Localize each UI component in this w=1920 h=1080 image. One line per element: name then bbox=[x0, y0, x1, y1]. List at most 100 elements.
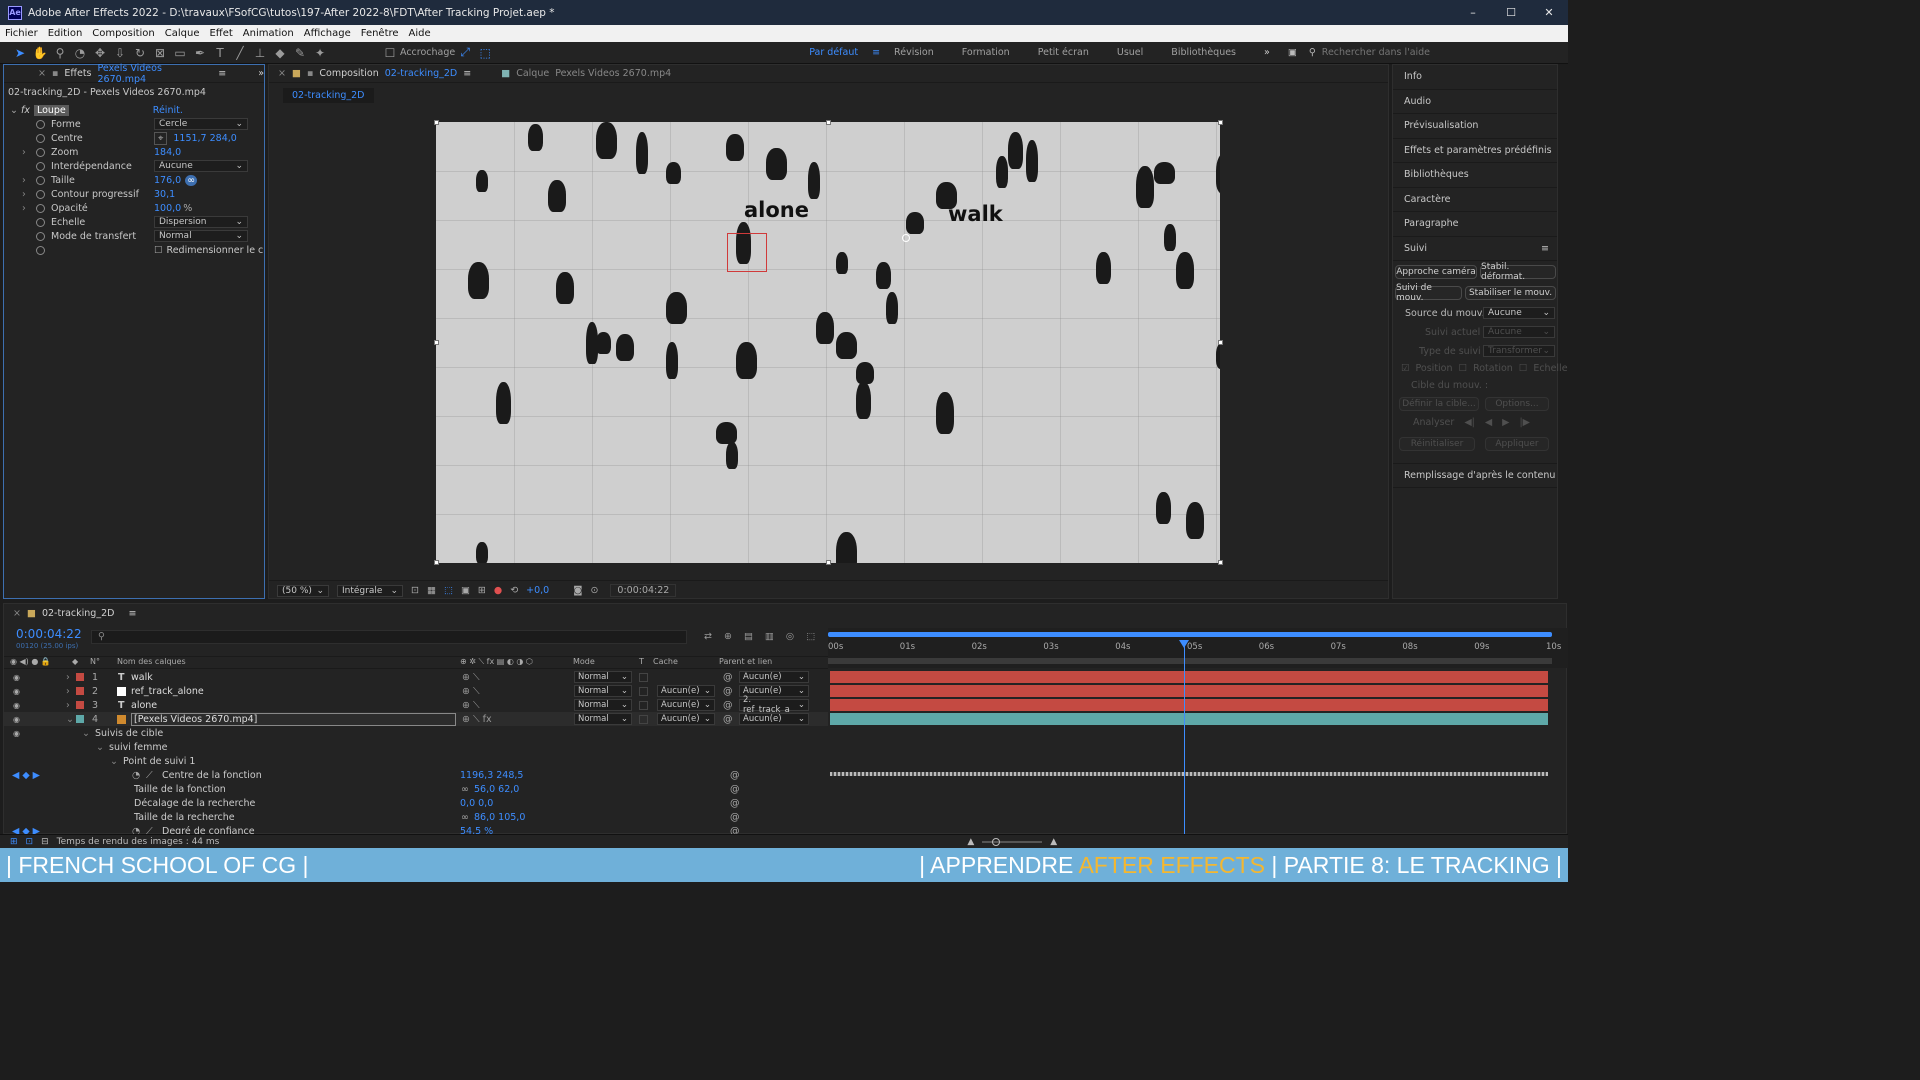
parent-dropdown[interactable]: Aucun(e) ⌄ bbox=[739, 713, 809, 725]
stopwatch-icon[interactable] bbox=[36, 245, 45, 255]
clone-stamp-icon[interactable]: ⊥ bbox=[250, 44, 270, 62]
layer-duration-bar[interactable] bbox=[830, 699, 1548, 711]
parent-dropdown[interactable]: Aucun(e) ⌄ bbox=[739, 671, 809, 683]
preserve-transparency-checkbox[interactable] bbox=[639, 700, 648, 710]
snap-grid-icon[interactable]: ⬚ bbox=[475, 44, 495, 62]
time-ruler[interactable]: 00s 01s 02s 03s 04s 05s 06s 07s 08s 09s 10s bbox=[828, 628, 1568, 668]
twirl-arrow-icon[interactable]: › bbox=[22, 203, 36, 214]
effect-property-value[interactable]: 176,0 bbox=[154, 175, 181, 186]
track-point-icon[interactable] bbox=[902, 234, 910, 242]
pickwhip-icon[interactable]: @ bbox=[730, 770, 740, 781]
region-icon[interactable]: ⊡ bbox=[411, 585, 419, 596]
work-area-bar[interactable] bbox=[828, 632, 1552, 637]
viewer-handle[interactable] bbox=[1218, 560, 1223, 565]
resolution-dropdown[interactable]: Intégrale ⌄ bbox=[337, 584, 403, 597]
twirl-arrow-icon[interactable]: › bbox=[66, 672, 70, 683]
close-timeline-icon[interactable]: × bbox=[13, 608, 21, 619]
hide-shy-icon[interactable]: ▤ bbox=[744, 631, 753, 642]
frame-blending-icon[interactable]: ▥ bbox=[765, 631, 774, 642]
playhead-marker-icon[interactable] bbox=[1179, 640, 1190, 648]
effects-tab-label[interactable]: Effets bbox=[64, 68, 91, 79]
viewer-handle[interactable] bbox=[826, 120, 831, 125]
eye-icon[interactable]: ◉ bbox=[13, 701, 20, 710]
rotate-tool-icon[interactable]: ↻ bbox=[130, 44, 150, 62]
tracker-title[interactable]: Suivi bbox=[1404, 243, 1427, 254]
column-parent[interactable]: Parent et lien bbox=[719, 657, 772, 666]
eye-icon[interactable]: ◉ bbox=[13, 687, 20, 696]
workspace-par-defaut[interactable]: Par défaut bbox=[795, 47, 872, 58]
tracker-menu-icon[interactable]: ≡ bbox=[1541, 243, 1549, 254]
workspace-menu-icon[interactable]: ≡ bbox=[872, 47, 880, 58]
pen-tool-icon[interactable]: ✒ bbox=[190, 44, 210, 62]
overlay-text-alone[interactable]: alone bbox=[744, 198, 809, 222]
puppet-pin-icon[interactable]: ✦ bbox=[310, 44, 330, 62]
effect-property-dropdown[interactable]: Cercle ⌄ bbox=[154, 118, 248, 130]
track-property-value[interactable]: 0,0 0,0 bbox=[460, 798, 493, 809]
viewer-handle[interactable] bbox=[434, 560, 439, 565]
roto-brush-icon[interactable]: ✎ bbox=[290, 44, 310, 62]
menu-aide[interactable]: Aide bbox=[404, 28, 436, 39]
menu-composition[interactable]: Composition bbox=[87, 28, 159, 39]
effects-tab-layer[interactable]: Pexels Videos 2670.mp4 bbox=[98, 63, 205, 85]
panel-preview[interactable]: Prévisualisation bbox=[1393, 114, 1557, 139]
collapse-arrow-icon[interactable]: ⌄ bbox=[10, 105, 18, 116]
column-mode[interactable]: Mode bbox=[573, 657, 595, 666]
timeline-zoom-slider[interactable] bbox=[982, 837, 1043, 846]
pan-camera-icon[interactable]: ✥ bbox=[90, 44, 110, 62]
current-time-display[interactable]: 0:00:04:22 bbox=[610, 584, 677, 597]
tracker-tree-row[interactable]: ⌄ suivi femme bbox=[4, 740, 828, 754]
layer-label-color[interactable] bbox=[76, 673, 84, 681]
layer-switches-icon[interactable]: ⊕ ⟍ bbox=[462, 686, 480, 697]
keyframe-nav-icon[interactable]: ◀ ◆ ▶ bbox=[12, 770, 40, 781]
warp-stabilizer-button[interactable]: Stabil. déformat. bbox=[1480, 262, 1556, 282]
mask-visibility-icon[interactable]: ⬚ bbox=[444, 585, 453, 596]
timeline-menu-icon[interactable]: ≡ bbox=[128, 608, 136, 619]
tracker-box[interactable] bbox=[727, 233, 767, 272]
playhead[interactable] bbox=[1179, 640, 1190, 836]
menu-edition[interactable]: Edition bbox=[43, 28, 88, 39]
color-management-icon[interactable]: ● bbox=[494, 585, 502, 596]
track-property-row[interactable]: ◀ ◆ ▶ ◔ ⟋ Centre de la fonction 1196,3 248,5… bbox=[4, 768, 828, 782]
zoom-tool-icon[interactable]: ⚲ bbox=[50, 44, 70, 62]
snap-checkbox-icon[interactable]: ☐ bbox=[380, 44, 400, 62]
panel-paragraph[interactable]: Paragraphe bbox=[1393, 212, 1557, 237]
analyze-back-frame-icon[interactable]: ◀| bbox=[1464, 417, 1475, 428]
lock-icon[interactable]: ▪ bbox=[52, 68, 58, 79]
show-snapshot-icon[interactable]: ⊙ bbox=[590, 585, 598, 596]
layer-name[interactable]: [Pexels Videos 2670.mp4] bbox=[131, 712, 456, 726]
layer-tab-name[interactable]: Pexels Videos 2670.mp4 bbox=[555, 68, 671, 79]
track-property-row[interactable]: Décalage de la recherche 0,0 0,0 @ bbox=[4, 796, 828, 810]
layer-name[interactable]: ref_track_alone bbox=[131, 686, 204, 697]
twirl-arrow-icon[interactable]: › bbox=[22, 147, 36, 158]
toggle-switches-icon[interactable]: ⊞ bbox=[10, 837, 18, 847]
pickwhip-icon[interactable]: @ bbox=[730, 798, 740, 809]
position-checkbox[interactable]: ☑ bbox=[1401, 363, 1410, 374]
layer-row[interactable]: ◉ ⌄ 4 [Pexels Videos 2670.mp4] ⊕ ⟍ fx Normal ⌄… bbox=[4, 712, 828, 726]
analyze-back-icon[interactable]: ◀ bbox=[1485, 417, 1492, 428]
panel-libraries[interactable]: Bibliothèques bbox=[1393, 163, 1557, 188]
comp-subtab[interactable]: 02-tracking_2D bbox=[283, 88, 374, 103]
viewer-handle[interactable] bbox=[1218, 340, 1223, 345]
comp-viewer-frame[interactable]: alone walk bbox=[436, 122, 1220, 563]
panel-menu-icon[interactable]: ≡ bbox=[218, 68, 226, 79]
draft-3d-icon[interactable]: ⊕ bbox=[724, 631, 732, 642]
blend-mode-dropdown[interactable]: Normal ⌄ bbox=[574, 699, 632, 711]
layer-row[interactable]: ◉ › 2 ref_track_alone ⊕ ⟍ Normal ⌄ Aucun(e) ⌄ @ Au… bbox=[4, 684, 828, 698]
brush-tool-icon[interactable]: ╱ bbox=[230, 44, 250, 62]
apply-tracker-button[interactable]: Appliquer bbox=[1485, 437, 1549, 451]
guides-icon[interactable]: ▣ bbox=[461, 585, 470, 596]
effect-property-dropdown[interactable]: Normal ⌄ bbox=[154, 230, 248, 242]
blend-mode-dropdown[interactable]: Normal ⌄ bbox=[574, 713, 632, 725]
workspace-petit-ecran[interactable]: Petit écran bbox=[1024, 47, 1103, 58]
eraser-tool-icon[interactable]: ◆ bbox=[270, 44, 290, 62]
reset-exposure-icon[interactable]: ⟲ bbox=[510, 585, 518, 596]
column-t[interactable]: T bbox=[639, 657, 644, 666]
layer-duration-bar[interactable] bbox=[830, 685, 1548, 697]
panel-character[interactable]: Caractère bbox=[1393, 188, 1557, 212]
layer-name[interactable]: alone bbox=[131, 700, 157, 711]
layer-name[interactable]: walk bbox=[131, 672, 153, 683]
viewer-handle[interactable] bbox=[1218, 120, 1223, 125]
minimize-button[interactable]: – bbox=[1454, 0, 1492, 25]
reset-tracker-button[interactable]: Réinitialiser bbox=[1399, 437, 1475, 451]
column-name[interactable]: Nom des calques bbox=[117, 657, 186, 666]
